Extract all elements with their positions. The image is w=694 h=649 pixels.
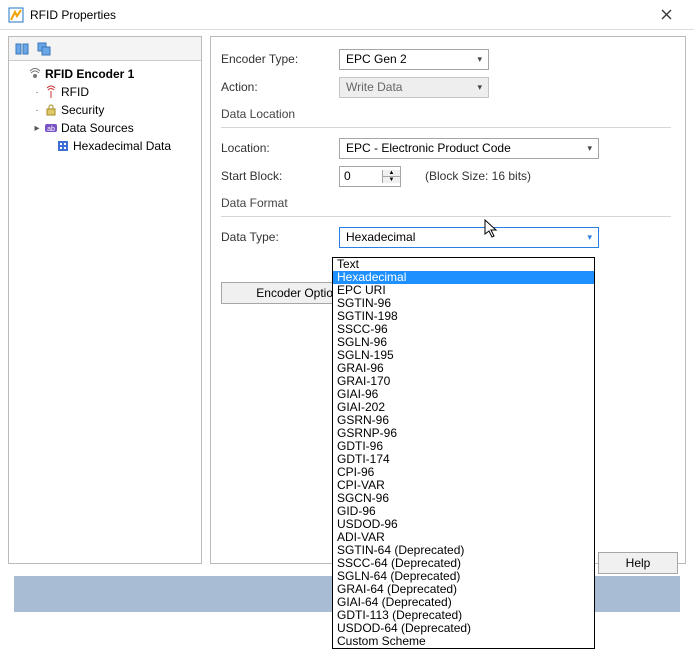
action-value: Write Data [346,80,402,94]
action-label: Action: [221,80,339,94]
lock-icon [43,102,59,118]
chevron-down-icon: ▾ [477,82,482,93]
chevron-down-icon: ▾ [587,232,592,243]
tree-label: RFID [61,85,89,99]
tree-item-rfid[interactable]: · RFID [11,83,199,101]
tree-root[interactable]: RFID Encoder 1 [11,65,199,83]
encoder-type-label: Encoder Type: [221,52,339,66]
start-block-label: Start Block: [221,169,339,183]
data-type-dropdown[interactable]: TextHexadecimalEPC URISGTIN-96SGTIN-198S… [332,257,595,649]
tree-label: Hexadecimal Data [73,139,171,153]
rfid-encoder-icon [27,66,43,82]
close-button[interactable] [646,1,686,29]
antenna-icon [43,84,59,100]
datasource-icon: ab [43,120,59,136]
start-block-spinner[interactable]: ▲ ▼ [339,166,401,187]
chevron-down-icon: ▾ [587,143,592,154]
dropdown-option[interactable]: Custom Scheme [333,635,594,648]
chevron-down-icon: ▾ [477,54,482,65]
tree-toolbar [9,37,201,61]
location-value: EPC - Electronic Product Code [346,141,511,155]
window-title: RFID Properties [30,8,646,22]
spin-up-button[interactable]: ▲ [383,170,400,177]
titlebar: RFID Properties [0,0,694,30]
data-type-label: Data Type: [221,230,339,244]
separator [221,216,671,217]
data-type-combo[interactable]: Hexadecimal ▾ [339,227,599,248]
data-type-value: Hexadecimal [346,230,415,244]
dropdown-option[interactable]: USDOD-64 (Deprecated) [333,622,594,635]
action-combo: Write Data ▾ [339,77,489,98]
tree-root-label: RFID Encoder 1 [45,67,134,81]
encoder-type-combo[interactable]: EPC Gen 2 ▾ [339,49,489,70]
block-size-text: (Block Size: 16 bits) [425,169,531,183]
tree-item-security[interactable]: · Security [11,101,199,119]
help-button[interactable]: Help [598,552,678,574]
tree-twisty-icon: ▸ [31,123,43,134]
location-combo[interactable]: EPC - Electronic Product Code ▾ [339,138,599,159]
tree-label: Data Sources [61,121,134,135]
data-location-title: Data Location [221,107,671,121]
tree-item-hexdata[interactable]: Hexadecimal Data [11,137,199,155]
location-label: Location: [221,141,339,155]
separator [221,127,671,128]
tree-label: Security [61,103,104,117]
hexdata-icon [55,138,71,154]
data-format-title: Data Format [221,196,671,210]
tree-line-icon: · [31,87,43,98]
tree-tool-1[interactable] [13,40,31,58]
tree: RFID Encoder 1 · RFID · [9,61,201,563]
tree-tool-2[interactable] [35,40,53,58]
tree-panel: RFID Encoder 1 · RFID · [8,36,202,564]
encoder-type-value: EPC Gen 2 [346,52,407,66]
spin-down-button[interactable]: ▼ [383,177,400,183]
app-icon [8,7,24,23]
tree-item-datasources[interactable]: ▸ ab Data Sources [11,119,199,137]
tree-line-icon: · [31,105,43,116]
start-block-input[interactable] [340,167,380,186]
svg-text:ab: ab [47,126,55,133]
